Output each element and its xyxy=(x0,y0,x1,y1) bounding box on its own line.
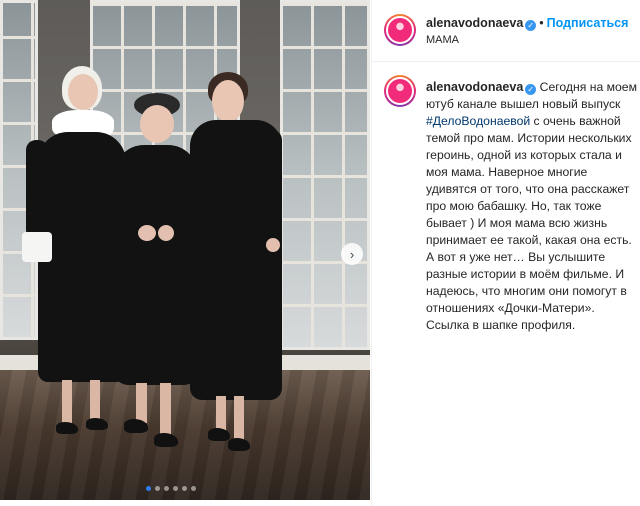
chevron-right-icon: › xyxy=(349,246,355,262)
instagram-post: › alenavodonaeva ✓ • Подписаться МАМА alena… xyxy=(0,0,640,506)
avatar[interactable] xyxy=(384,14,416,46)
verified-badge-icon: ✓ xyxy=(525,84,537,95)
carousel-dot xyxy=(191,486,196,491)
follow-button[interactable]: Подписаться xyxy=(547,16,629,30)
carousel-next-button[interactable]: › xyxy=(341,243,363,265)
caption-avatar[interactable] xyxy=(384,75,416,107)
separator: • xyxy=(539,16,544,30)
verified-badge-icon: ✓ xyxy=(525,20,537,31)
post-photo[interactable]: › xyxy=(0,0,370,500)
carousel-dot xyxy=(173,486,178,491)
carousel-dot xyxy=(146,486,151,491)
username-link[interactable]: alenavodonaeva xyxy=(426,16,523,30)
carousel-dots xyxy=(146,486,196,491)
carousel-dot xyxy=(182,486,187,491)
post-sidebar: alenavodonaeva ✓ • Подписаться МАМА alenavo… xyxy=(371,0,640,506)
post-caption: alenavodonaeva ✓ Сегодня на моем ютуб кан… xyxy=(426,79,638,334)
location-link[interactable]: МАМА xyxy=(426,34,459,46)
post-header: alenavodonaeva ✓ • Подписаться МАМА xyxy=(372,0,640,62)
header-line: alenavodonaeva ✓ • Подписаться xyxy=(426,16,628,31)
carousel-dot xyxy=(155,486,160,491)
woman-right xyxy=(180,70,290,465)
carousel-dot xyxy=(164,486,169,491)
hashtag-link[interactable]: #ДелоВодонаевой xyxy=(426,114,530,128)
caption-username-link[interactable]: alenavodonaeva xyxy=(426,80,523,94)
caption-text-after: с очень важной темой про мам. Истории не… xyxy=(426,114,632,332)
window-right xyxy=(280,0,370,350)
